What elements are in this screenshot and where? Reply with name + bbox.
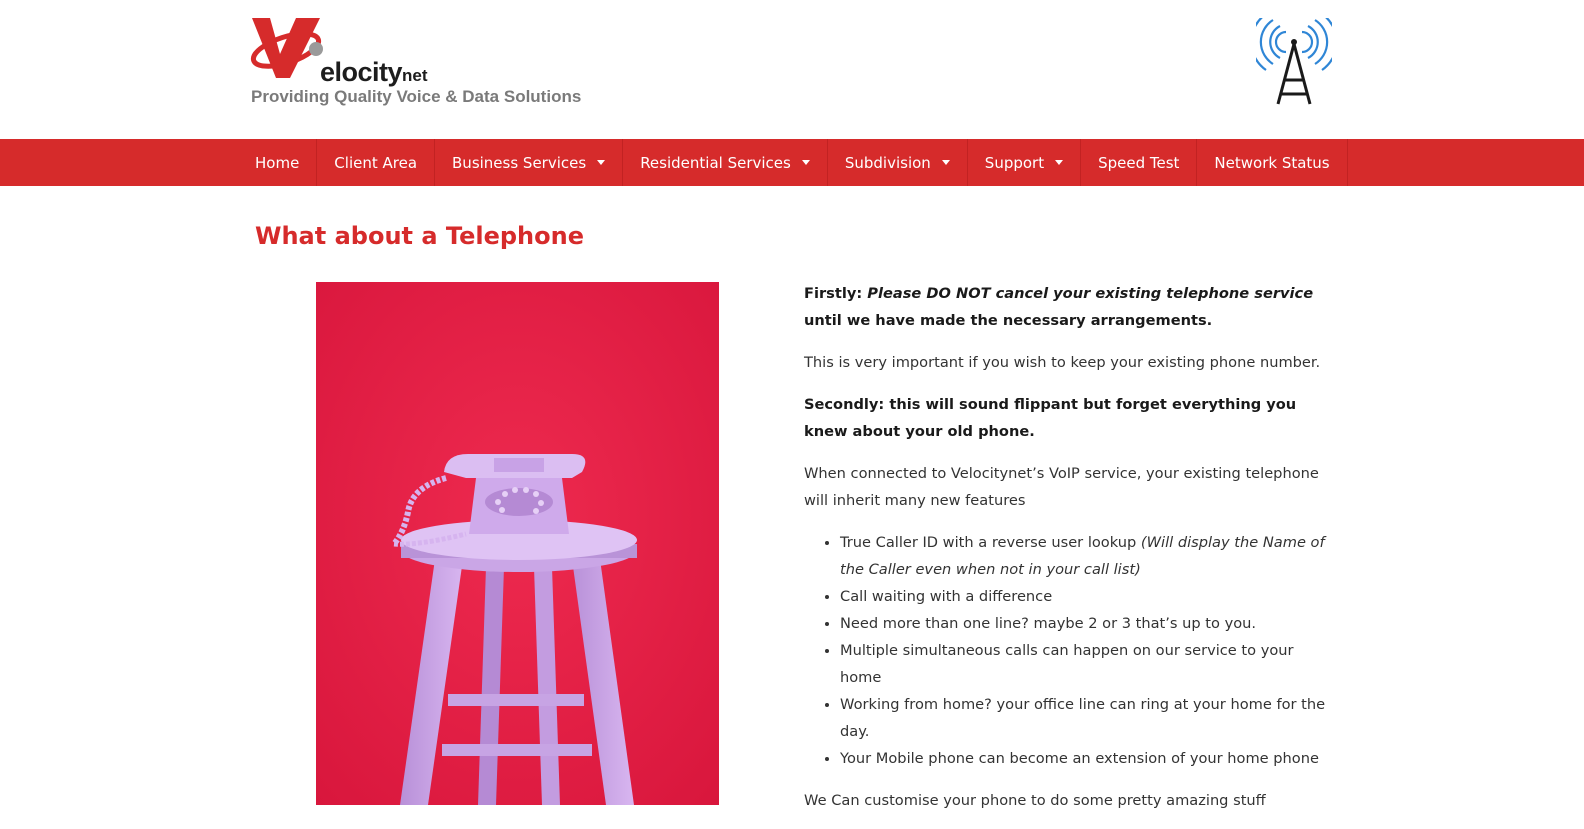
nav-item-business-services[interactable]: Business Services (435, 139, 624, 186)
telephone-photo (316, 282, 719, 805)
feature-text: True Caller ID with a reverse user looku… (840, 534, 1141, 551)
caret-down-icon (941, 160, 950, 165)
logo-name-suffix: net (402, 66, 428, 85)
customise-paragraph: We Can customise your phone to do some p… (804, 792, 1266, 809)
caret-down-icon (801, 160, 810, 165)
site-logo[interactable]: elocitynet Providing Quality Voice & Dat… (250, 16, 630, 110)
nav-label: Subdivision (844, 153, 931, 172)
main-content: Firstly: Please DO NOT cancel your exist… (804, 280, 1334, 829)
warning-paragraph: Firstly: Please DO NOT cancel your exist… (804, 280, 1334, 334)
site-header: elocitynet Providing Quality Voice & Dat… (0, 0, 1584, 139)
nav-item-network-status[interactable]: Network Status (1197, 139, 1348, 186)
nav-item-residential-services[interactable]: Residential Services (623, 139, 828, 186)
feature-text: Your Mobile phone can become an extensio… (840, 750, 1319, 767)
page-title: What about a Telephone (255, 222, 584, 250)
nav-item-subdivision[interactable]: Subdivision (828, 139, 968, 186)
nav-item-speed-test[interactable]: Speed Test (1081, 139, 1198, 186)
list-item: Call waiting with a difference (840, 583, 1334, 610)
secondly-paragraph: Secondly: this will sound flippant but f… (804, 396, 1297, 440)
warning-tail: until we have made the necessary arrange… (804, 312, 1213, 329)
nav-label: Speed Test (1098, 153, 1180, 172)
feature-text: Multiple simultaneous calls can happen o… (840, 642, 1294, 686)
nav-item-support[interactable]: Support (968, 139, 1082, 186)
list-item: Need more than one line? maybe 2 or 3 th… (840, 610, 1334, 637)
nav-label: Residential Services (640, 153, 791, 172)
radio-tower-icon (1256, 18, 1332, 105)
list-item: True Caller ID with a reverse user looku… (840, 529, 1334, 583)
nav-label: Business Services (452, 153, 587, 172)
nav-label: Support (984, 153, 1045, 172)
nav-label: Home (255, 153, 300, 172)
caret-down-icon (597, 160, 606, 165)
list-item: Multiple simultaneous calls can happen o… (840, 637, 1334, 691)
feature-text: Working from home? your office line can … (840, 696, 1326, 740)
feature-list: True Caller ID with a reverse user looku… (804, 529, 1334, 772)
logo-tagline: Providing Quality Voice & Data Solutions (251, 87, 582, 106)
nav-item-client-area[interactable]: Client Area (317, 139, 436, 186)
voip-intro-paragraph: When connected to Velocitynet’s VoIP ser… (804, 465, 1319, 509)
feature-text: Need more than one line? maybe 2 or 3 th… (840, 615, 1257, 632)
logo-name: elocity (320, 57, 403, 87)
nav-item-home[interactable]: Home (238, 139, 318, 186)
warning-lead: Firstly: (804, 285, 868, 302)
nav-menu: Home Client Area Business Services Resid… (238, 139, 1348, 186)
logo-wordmark: elocitynet (320, 58, 428, 90)
nav-label: Network Status (1214, 153, 1330, 172)
main-navigation: Home Client Area Business Services Resid… (0, 139, 1584, 186)
importance-paragraph: This is very important if you wish to ke… (804, 354, 1321, 371)
warning-emphasis: Please DO NOT cancel your existing telep… (867, 285, 1314, 302)
nav-label: Client Area (334, 153, 418, 172)
feature-text: Call waiting with a difference (840, 588, 1053, 605)
caret-down-icon (1055, 160, 1064, 165)
list-item: Your Mobile phone can become an extensio… (840, 745, 1334, 772)
list-item: Working from home? your office line can … (840, 691, 1334, 745)
